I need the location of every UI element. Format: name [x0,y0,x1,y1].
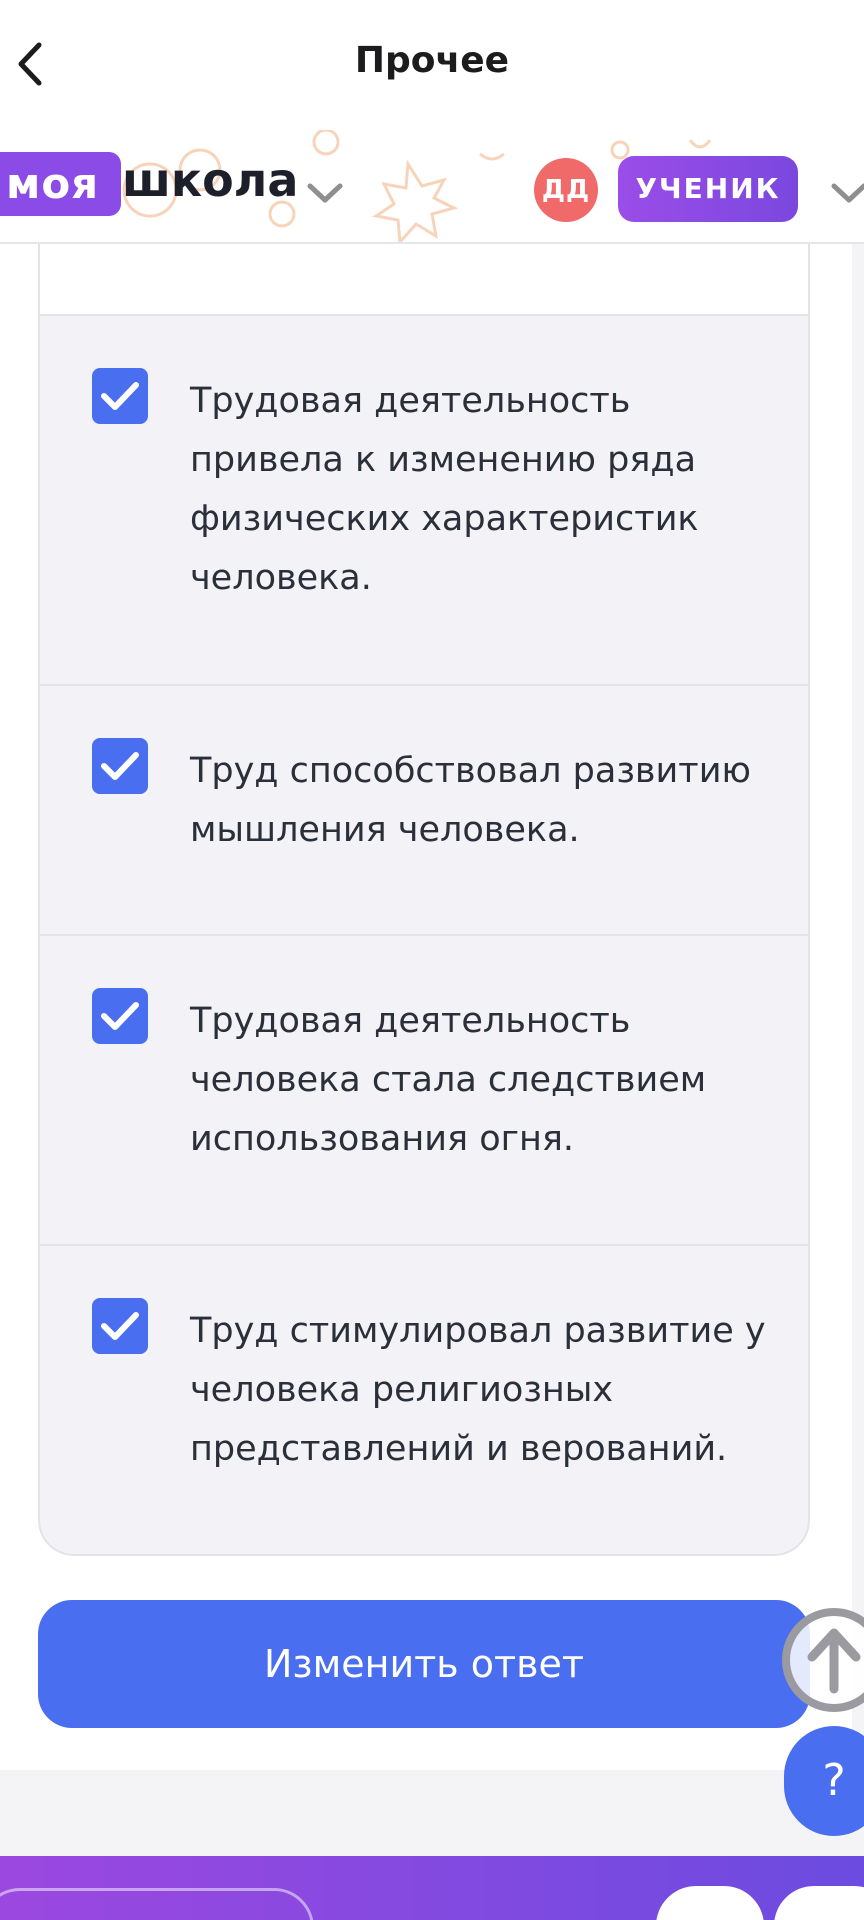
answer-option[interactable]: Трудовая деятельность человека стала сле… [40,936,808,1246]
bottom-nav-button[interactable] [774,1886,864,1920]
answer-option[interactable]: Труд стимулировал развитие у человека ре… [40,1246,808,1554]
checkmark-icon [101,1312,139,1340]
chevron-down-icon[interactable] [830,182,864,204]
answers-top-section [40,244,808,316]
bottom-nav-button[interactable] [656,1886,764,1920]
answer-options-list: Трудовая деятельность привела к изменени… [38,244,810,1556]
answer-option[interactable]: Труд способствовал развитию мышления чел… [40,686,808,936]
brand-header: моя школа ДД УЧЕНИК [0,130,864,244]
chevron-down-icon[interactable] [306,182,344,204]
help-button[interactable]: ? [784,1726,864,1836]
answer-text: Труд стимулировал развитие у человека ре… [190,1311,766,1469]
brand-logo-shkola: школа [122,153,299,207]
answer-text: Труд способствовал развитию мышления чел… [190,751,751,850]
answer-text: Трудовая деятельность человека стала сле… [190,1001,707,1159]
answer-checkbox[interactable] [92,1298,148,1354]
role-badge[interactable]: УЧЕНИК [618,156,798,222]
answer-checkbox[interactable] [92,988,148,1044]
answer-checkbox[interactable] [92,368,148,424]
top-navigation-bar: Прочее [0,0,864,130]
arrow-up-icon [807,1628,861,1694]
change-answer-button[interactable]: Изменить ответ [38,1600,810,1728]
bottom-nav-pill[interactable] [0,1888,314,1920]
checkmark-icon [101,752,139,780]
user-avatar[interactable]: ДД [534,158,598,222]
answer-text: Трудовая деятельность привела к изменени… [190,381,699,598]
page-title: Прочее [354,40,510,81]
checkmark-icon [101,382,139,410]
bottom-navigation-bar [0,1856,864,1920]
answer-option[interactable]: Трудовая деятельность привела к изменени… [40,316,808,686]
checkmark-icon [101,1002,139,1030]
brand-logo-moya: моя [0,152,122,216]
answer-checkbox[interactable] [92,738,148,794]
